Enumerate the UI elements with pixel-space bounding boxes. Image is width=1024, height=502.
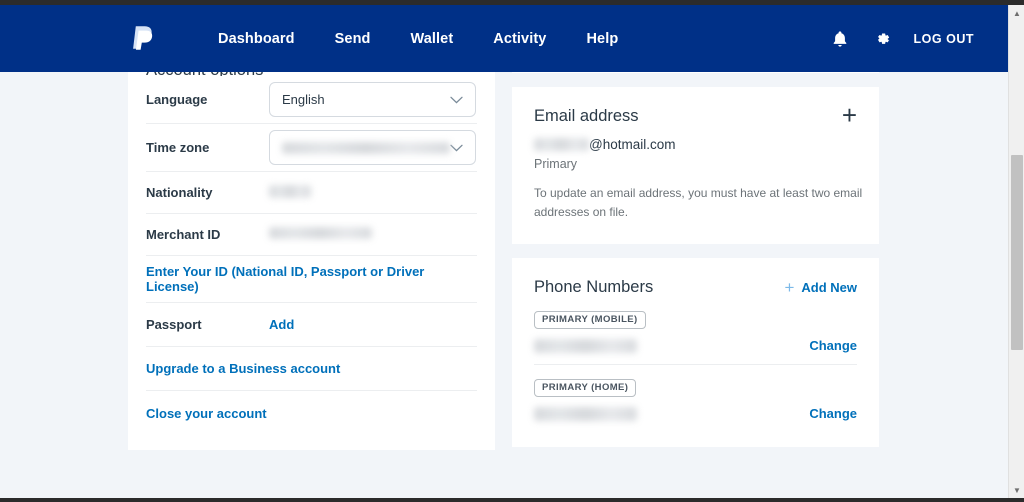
time-zone-label: Time zone (146, 140, 210, 155)
merchant-id-value-redacted (269, 227, 372, 239)
change-phone-mobile-link[interactable]: Change (809, 338, 857, 353)
phone-card-title: Phone Numbers (534, 278, 654, 296)
nationality-label: Nationality (146, 185, 213, 200)
navbar-links: Dashboard Send Wallet Activity Help (198, 25, 638, 53)
scroll-up-arrow-icon[interactable]: ▲ (1009, 5, 1024, 21)
row-close-account: Close your account (146, 391, 477, 435)
email-card-title: Email address (534, 107, 639, 125)
chevron-down-icon (450, 140, 463, 155)
row-nationality: Nationality (146, 172, 477, 214)
paypal-navbar: Dashboard Send Wallet Activity Help LOG … (0, 5, 1008, 72)
chevron-down-icon (450, 92, 463, 107)
time-zone-value-redacted (282, 141, 450, 154)
passport-add-link[interactable]: Add (269, 317, 294, 332)
add-new-phone-button[interactable]: + Add New (784, 277, 857, 297)
time-zone-select[interactable] (269, 130, 476, 165)
gear-icon[interactable] (872, 29, 892, 49)
logout-button[interactable]: LOG OUT (914, 32, 974, 46)
row-language: Language English (146, 76, 477, 124)
plus-icon[interactable]: + (842, 102, 857, 128)
change-phone-home-link[interactable]: Change (809, 406, 857, 421)
page-scrollbar[interactable]: ▲ ▼ (1008, 5, 1024, 498)
email-local-part-redacted (534, 138, 589, 151)
email-card-header: Email address + (534, 102, 857, 128)
row-merchant-id: Merchant ID (146, 214, 477, 256)
phone-row-mobile: PRIMARY (MOBILE) Change (534, 297, 857, 365)
phone-card-header: Phone Numbers + Add New (534, 278, 857, 297)
phone-numbers-card: Phone Numbers + Add New PRIMARY (MOBILE)… (512, 258, 879, 447)
merchant-id-label: Merchant ID (146, 227, 221, 242)
nationality-value-redacted (269, 184, 311, 198)
nav-link-activity[interactable]: Activity (473, 25, 566, 53)
email-note: To update an email address, you must hav… (534, 186, 863, 219)
nav-link-wallet[interactable]: Wallet (391, 25, 474, 53)
navbar-right-actions: LOG OUT (830, 29, 974, 49)
merchant-id-value (269, 227, 372, 242)
nav-link-send[interactable]: Send (315, 25, 391, 53)
nationality-value (269, 184, 311, 201)
bell-icon[interactable] (830, 29, 850, 49)
language-select-value: English (282, 92, 325, 107)
browser-window: Dashboard Send Wallet Activity Help LOG … (0, 0, 1024, 502)
phone-number-redacted (534, 338, 637, 353)
row-time-zone: Time zone (146, 124, 477, 172)
nav-link-dashboard[interactable]: Dashboard (198, 25, 315, 53)
enter-your-id-link[interactable]: Enter Your ID (National ID, Passport or … (146, 264, 477, 294)
scrollbar-thumb[interactable] (1011, 155, 1023, 350)
status-badge: PRIMARY (HOME) (534, 379, 637, 397)
email-domain: @hotmail.com (589, 137, 676, 152)
phone-line-mobile: Change (534, 338, 857, 353)
phone-line-home: Change (534, 406, 857, 421)
email-address-value: @hotmail.com (534, 137, 857, 152)
add-new-label: Add New (801, 280, 857, 295)
plus-icon: + (784, 277, 795, 297)
browser-chrome-bottom-edge (0, 498, 1024, 502)
email-address-card: Email address + @hotmail.com Primary To … (512, 87, 879, 244)
row-passport: Passport Add (146, 303, 477, 347)
right-column: Email address + @hotmail.com Primary To … (512, 60, 879, 461)
status-badge: PRIMARY (MOBILE) (534, 311, 646, 329)
close-account-link[interactable]: Close your account (146, 406, 267, 421)
email-primary-label: Primary (534, 157, 578, 171)
row-enter-id: Enter Your ID (National ID, Passport or … (146, 256, 477, 303)
account-options-card: Account options Language English Time zo… (128, 60, 495, 450)
page-content: Account options Language English Time zo… (0, 60, 1008, 498)
language-select[interactable]: English (269, 82, 476, 117)
upgrade-business-link[interactable]: Upgrade to a Business account (146, 361, 340, 376)
paypal-logo-icon[interactable] (128, 22, 158, 56)
language-label: Language (146, 92, 208, 107)
scroll-down-arrow-icon[interactable]: ▼ (1009, 482, 1024, 498)
row-upgrade-business: Upgrade to a Business account (146, 347, 477, 391)
phone-row-home: PRIMARY (HOME) Change (534, 365, 857, 425)
nav-link-help[interactable]: Help (566, 25, 638, 53)
passport-label: Passport (146, 317, 202, 332)
phone-number-redacted (534, 406, 637, 421)
